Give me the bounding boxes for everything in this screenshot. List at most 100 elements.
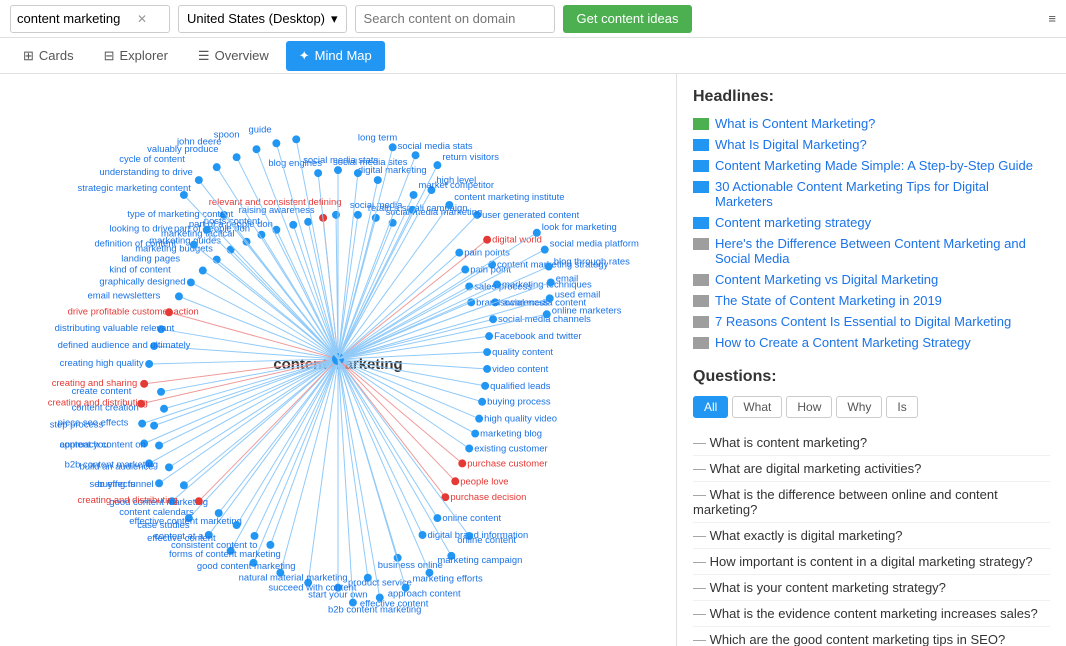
svg-text:case studies: case studies bbox=[137, 520, 190, 531]
chevron-down-icon: ▾ bbox=[331, 11, 338, 27]
headline-item[interactable]: How to Create a Content Marketing Strate… bbox=[693, 335, 1050, 350]
get-content-ideas-button[interactable]: Get content ideas bbox=[563, 5, 693, 33]
filter-all-button[interactable]: All bbox=[693, 396, 728, 418]
svg-text:high quality video: high quality video bbox=[484, 414, 557, 425]
svg-text:distributing valuable relevant: distributing valuable relevant bbox=[55, 323, 175, 334]
cards-icon: ⊞ bbox=[23, 48, 34, 64]
headline-item[interactable]: Content Marketing vs Digital Marketing bbox=[693, 272, 1050, 287]
svg-text:defined audience and ultimatel: defined audience and ultimately bbox=[58, 340, 191, 351]
headline-item[interactable]: What Is Digital Marketing? bbox=[693, 137, 1050, 152]
svg-text:effective content: effective content bbox=[360, 599, 429, 610]
question-item[interactable]: What is your content marketing strategy? bbox=[693, 575, 1050, 601]
svg-text:market competitor: market competitor bbox=[419, 180, 495, 191]
svg-text:consistent content to: consistent content to bbox=[171, 540, 258, 551]
svg-text:graphically designed: graphically designed bbox=[99, 276, 185, 287]
tab-overview[interactable]: ☰ Overview bbox=[185, 41, 282, 71]
overview-icon: ☰ bbox=[198, 48, 210, 64]
question-item[interactable]: How important is content in a digital ma… bbox=[693, 549, 1050, 575]
headline-text: 30 Actionable Content Marketing Tips for… bbox=[715, 179, 1050, 209]
svg-text:definition of content: definition of content bbox=[94, 239, 176, 250]
headline-item[interactable]: Here's the Difference Between Content Ma… bbox=[693, 236, 1050, 266]
svg-text:video content: video content bbox=[492, 364, 549, 375]
headline-item[interactable]: 30 Actionable Content Marketing Tips for… bbox=[693, 179, 1050, 209]
svg-text:approach content: approach content bbox=[388, 589, 461, 600]
svg-text:landing pages: landing pages bbox=[121, 254, 180, 265]
tab-explorer[interactable]: ⊟ Explorer bbox=[91, 41, 181, 71]
svg-text:social media marketing: social media marketing bbox=[386, 207, 483, 218]
svg-text:purchase decision: purchase decision bbox=[450, 492, 526, 503]
svg-text:type of marketing content: type of marketing content bbox=[127, 209, 233, 220]
headline-text: What is Content Marketing? bbox=[715, 116, 875, 131]
flag-blue-icon bbox=[693, 160, 709, 172]
svg-text:qualified leads: qualified leads bbox=[490, 381, 551, 392]
svg-text:digital world: digital world bbox=[492, 235, 542, 246]
headline-item[interactable]: Content Marketing Made Simple: A Step-by… bbox=[693, 158, 1050, 173]
flag-gray-icon bbox=[693, 316, 709, 328]
question-item[interactable]: What exactly is digital marketing? bbox=[693, 523, 1050, 549]
flag-gray-icon bbox=[693, 337, 709, 349]
table-icon: ⊟ bbox=[104, 48, 115, 64]
headline-text: How to Create a Content Marketing Strate… bbox=[715, 335, 971, 350]
question-item[interactable]: What is the evidence content marketing i… bbox=[693, 601, 1050, 627]
tab-mindmap[interactable]: ✦ Mind Map bbox=[286, 41, 385, 71]
flag-blue-icon bbox=[693, 181, 709, 193]
svg-text:brand awareness: brand awareness bbox=[476, 297, 549, 308]
svg-text:cycle of content: cycle of content bbox=[119, 154, 185, 165]
mindmap-icon: ✦ bbox=[299, 48, 310, 64]
headline-text: Here's the Difference Between Content Ma… bbox=[715, 236, 1050, 266]
svg-text:content you: content you bbox=[60, 439, 109, 450]
svg-text:buying process: buying process bbox=[487, 397, 551, 408]
svg-text:existing customer: existing customer bbox=[474, 443, 547, 454]
svg-text:raising awareness: raising awareness bbox=[239, 205, 315, 216]
tab-cards[interactable]: ⊞ Cards bbox=[10, 41, 87, 71]
svg-text:content calendars: content calendars bbox=[119, 507, 194, 518]
svg-text:natural material marketing: natural material marketing bbox=[239, 573, 348, 584]
svg-text:online marketers: online marketers bbox=[552, 305, 622, 316]
tab-overview-label: Overview bbox=[215, 48, 269, 63]
question-item[interactable]: Which are the good content marketing tip… bbox=[693, 627, 1050, 646]
svg-text:content creation: content creation bbox=[72, 403, 139, 414]
filter-how-button[interactable]: How bbox=[786, 396, 832, 418]
svg-text:people love: people love bbox=[460, 476, 508, 487]
svg-text:long term: long term bbox=[358, 132, 397, 143]
svg-text:strategic marketing content: strategic marketing content bbox=[78, 183, 192, 194]
svg-text:online content: online content bbox=[442, 513, 501, 524]
svg-text:marketing blog: marketing blog bbox=[480, 429, 542, 440]
flag-blue-icon bbox=[693, 217, 709, 229]
search-input[interactable] bbox=[17, 11, 137, 26]
headlines-title: Headlines: bbox=[693, 88, 1050, 106]
location-select[interactable]: United States (Desktop) ▾ bbox=[178, 5, 347, 33]
location-label: United States (Desktop) bbox=[187, 11, 325, 26]
clear-icon[interactable]: ✕ bbox=[137, 12, 147, 26]
question-item[interactable]: What is content marketing? bbox=[693, 430, 1050, 456]
headlines-list: What is Content Marketing? What Is Digit… bbox=[693, 116, 1050, 350]
headline-text: 7 Reasons Content Is Essential to Digita… bbox=[715, 314, 1011, 329]
question-item[interactable]: What is the difference between online an… bbox=[693, 482, 1050, 523]
domain-search-input[interactable] bbox=[355, 5, 555, 33]
filter-what-button[interactable]: What bbox=[732, 396, 782, 418]
flag-green-icon bbox=[693, 118, 709, 130]
questions-list: What is content marketing? What are digi… bbox=[693, 430, 1050, 646]
flag-gray-icon bbox=[693, 238, 709, 250]
question-item[interactable]: What are digital marketing activities? bbox=[693, 456, 1050, 482]
svg-text:step process: step process bbox=[50, 420, 104, 431]
svg-text:drive profitable customer acti: drive profitable customer action bbox=[68, 306, 199, 317]
svg-text:pain points: pain points bbox=[464, 248, 510, 259]
menu-icon[interactable]: ≡ bbox=[1048, 11, 1056, 26]
headline-item[interactable]: Content marketing strategy bbox=[693, 215, 1050, 230]
flag-gray-icon bbox=[693, 274, 709, 286]
svg-text:spoon: spoon bbox=[214, 129, 240, 140]
headline-item[interactable]: The State of Content Marketing in 2019 bbox=[693, 293, 1050, 308]
headline-text: Content Marketing vs Digital Marketing bbox=[715, 272, 938, 287]
mindmap-area[interactable]: content marketing user generated content… bbox=[0, 74, 676, 646]
tab-explorer-label: Explorer bbox=[120, 48, 168, 63]
svg-text:content marketing institute: content marketing institute bbox=[454, 192, 564, 203]
headline-text: What Is Digital Marketing? bbox=[715, 137, 867, 152]
svg-text:used email: used email bbox=[555, 289, 601, 300]
questions-title: Questions: bbox=[693, 368, 1050, 386]
svg-text:build an audience: build an audience bbox=[80, 461, 154, 472]
headline-item[interactable]: 7 Reasons Content Is Essential to Digita… bbox=[693, 314, 1050, 329]
filter-is-button[interactable]: Is bbox=[886, 396, 917, 418]
headline-item[interactable]: What is Content Marketing? bbox=[693, 116, 1050, 131]
filter-why-button[interactable]: Why bbox=[836, 396, 882, 418]
